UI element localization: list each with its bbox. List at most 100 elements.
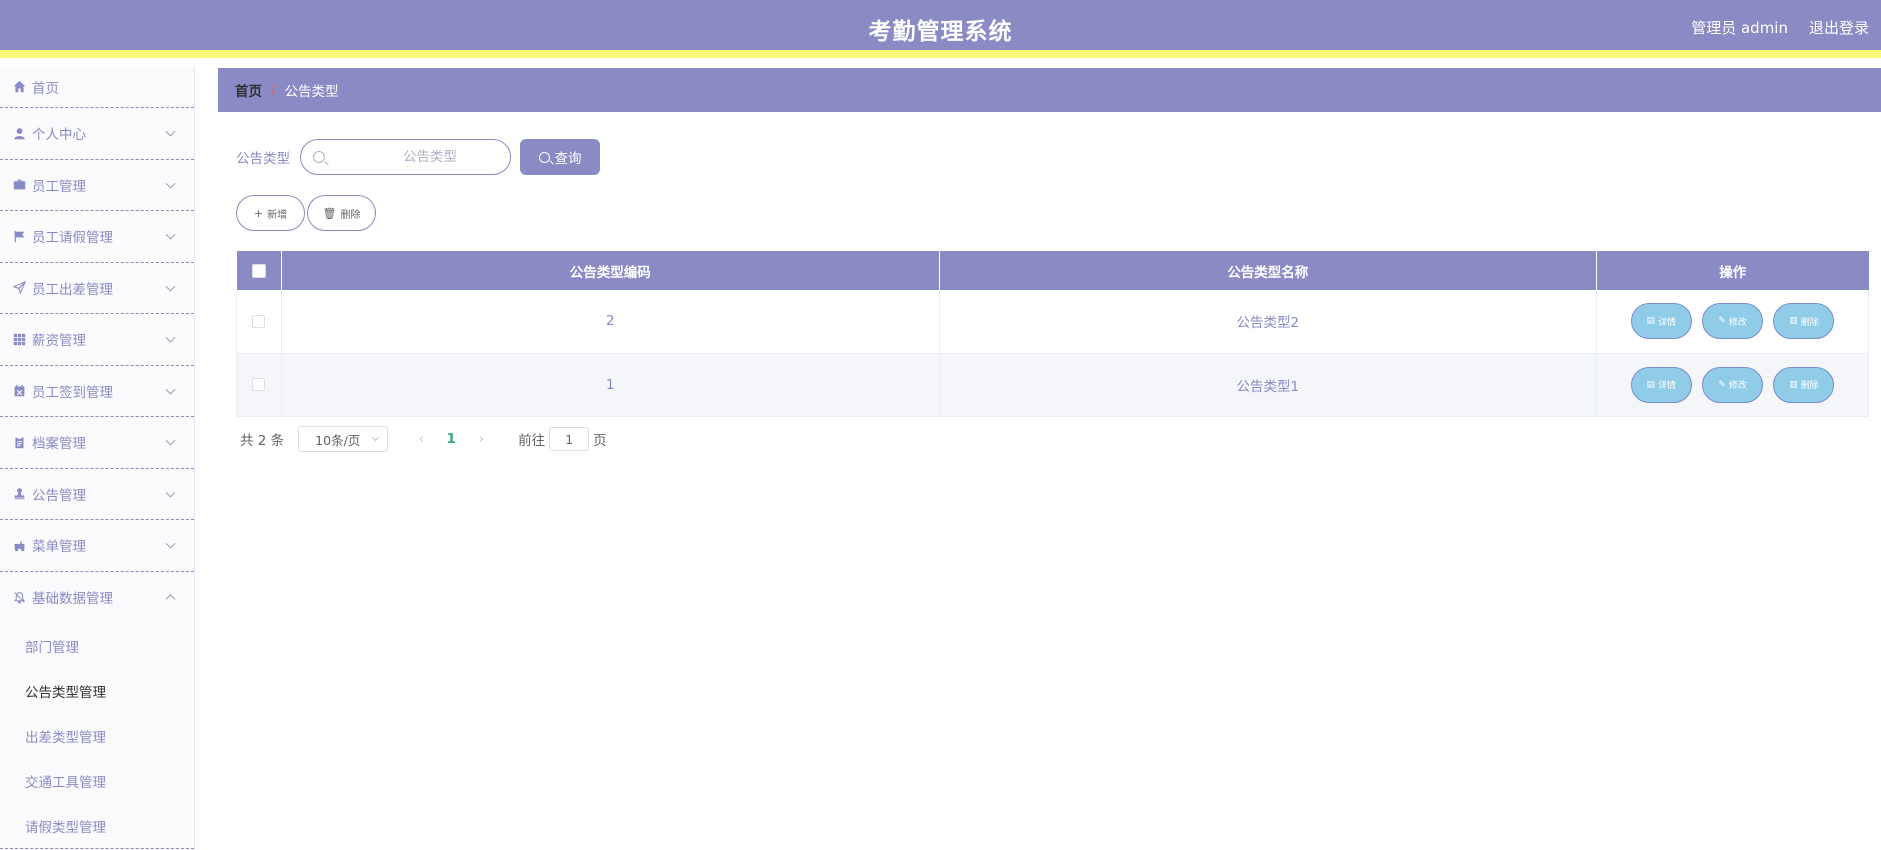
search-icon [313,151,325,163]
breadcrumb-home[interactable]: 首页 [235,80,262,100]
tractor-icon [12,538,26,552]
pagination: 共 2 条 10条/页 ‹ 1 › 前往 页 [240,426,607,452]
delete-button[interactable]: 🗑︎ 删除 [307,195,376,231]
logout-link[interactable]: 退出登录 [1809,17,1869,38]
table-row: 1 公告类型1 ▤ 详情 ✎ 修改 ▥ 删除 [236,353,1869,417]
query-button[interactable]: 查询 [520,139,600,175]
detail-label: 详情 [1658,317,1677,328]
chevron-down-icon [165,229,176,240]
add-button-label: 新增 [267,209,288,221]
sidebar-item-label: 员工请假管理 [32,230,113,247]
edit-icon: ✎ [1718,379,1726,390]
chevron-down-icon [165,332,176,343]
chevron-down-icon [165,178,176,189]
trash-icon: ▥ [1789,316,1798,327]
breadcrumb: 首页 / 公告类型 [218,68,1881,112]
page-size-select[interactable]: 10条/页 [298,426,389,452]
breadcrumb-separator: / [271,82,276,98]
cell-name: 公告类型1 [939,353,1598,417]
select-all-cell [236,251,282,290]
submenu-item-transport[interactable]: 交通工具管理 [0,758,194,803]
table-row: 2 公告类型2 ▤ 详情 ✎ 修改 ▥ 删除 [236,290,1869,354]
sidebar-item-menu[interactable]: 菜单管理 [0,520,194,572]
prev-page-button[interactable]: ‹ [406,431,436,447]
sidebar-item-label: 公告管理 [32,487,86,504]
chevron-down-icon [165,538,176,549]
edit-icon: ✎ [1718,316,1726,327]
sidebar-item-home[interactable]: 首页 [0,66,194,108]
edit-label: 修改 [1728,381,1747,391]
search-label: 公告类型 [236,151,290,167]
cell-code: 1 [281,353,940,417]
detail-button[interactable]: ▤ 详情 [1630,303,1692,340]
sidebar-item-profile[interactable]: 个人中心 [0,108,194,160]
sidebar-item-archive[interactable]: 档案管理 [0,417,194,469]
submenu-item-department[interactable]: 部门管理 [0,623,194,668]
page-unit-label: 页 [593,433,607,449]
chevron-down-icon [165,384,176,395]
search-input[interactable] [355,149,505,165]
submenu-item-leave-type[interactable]: 请假类型管理 [0,803,194,848]
grid-icon [12,332,26,346]
action-bar: + 新增 🗑︎ 删除 [236,195,378,231]
sidebar-item-label: 员工签到管理 [32,384,113,401]
send-icon [12,281,26,295]
page-size-value: 10条/页 [315,432,361,448]
sidebar-item-notice[interactable]: 公告管理 [0,469,194,520]
sidebar-item-label: 基础数据管理 [32,591,113,608]
cell-ops: ▤ 详情 ✎ 修改 ▥ 删除 [1596,353,1869,417]
row-delete-button[interactable]: ▥ 删除 [1773,303,1835,340]
column-header[interactable]: 公告类型名称 [939,251,1598,290]
chevron-down-icon [165,126,176,137]
page-number[interactable]: 1 [436,431,466,447]
cell-name: 公告类型2 [939,290,1598,354]
submenu-item-notice-type[interactable]: 公告类型管理 [0,668,194,713]
chevron-down-icon [165,281,176,292]
calendar-icon [12,384,26,398]
document-icon: ▤ [1646,379,1655,390]
submenu-basedata: 部门管理 公告类型管理 出差类型管理 交通工具管理 请假类型管理 [0,623,194,849]
flag-icon [12,229,26,243]
edit-button[interactable]: ✎ 修改 [1702,366,1764,403]
cell-ops: ▤ 详情 ✎ 修改 ▥ 删除 [1596,290,1869,354]
search-field [300,139,511,175]
select-all-checkbox[interactable] [251,263,266,278]
sidebar-item-salary[interactable]: 薪资管理 [0,314,194,366]
delete-label: 删除 [1800,381,1819,391]
search-icon [538,151,550,163]
page-jump-input[interactable] [549,427,590,451]
briefcase-icon [12,178,26,192]
detail-button[interactable]: ▤ 详情 [1630,366,1692,403]
sidebar-item-basedata[interactable]: 基础数据管理 [0,572,194,624]
document-icon: ▤ [1646,316,1655,327]
cell-code: 2 [281,290,940,354]
sidebar-item-checkin[interactable]: 员工签到管理 [0,366,194,417]
sidebar-item-leave[interactable]: 员工请假管理 [0,211,194,263]
app-title: 考勤管理系统 [868,19,1013,45]
next-page-button[interactable]: › [466,431,496,447]
trash-icon: 🗑︎ [322,206,337,220]
column-header[interactable]: 公告类型编码 [281,251,940,290]
goto-label: 前往 [518,433,546,449]
sidebar-item-label: 薪资管理 [32,333,86,350]
add-button[interactable]: + 新增 [236,195,305,231]
trash-icon: ▥ [1789,379,1798,390]
edit-button[interactable]: ✎ 修改 [1702,303,1764,340]
chevron-down-icon [165,487,176,498]
submenu-item-trip-type[interactable]: 出差类型管理 [0,713,194,758]
breadcrumb-current: 公告类型 [284,84,339,100]
sidebar-item-employees[interactable]: 员工管理 [0,160,194,211]
delete-label: 删除 [1800,317,1819,328]
top-header: 考勤管理系统 管理员 admin 退出登录 [0,0,1881,58]
current-user: 管理员 admin [1691,19,1788,37]
row-checkbox[interactable] [252,314,266,328]
plus-icon: + [253,206,264,220]
delete-button-label: 删除 [340,209,361,221]
clipboard-icon [12,435,26,449]
stamp-icon [12,487,26,501]
user-icon [12,126,26,140]
query-button-label: 查询 [554,151,582,167]
row-delete-button[interactable]: ▥ 删除 [1773,366,1835,403]
sidebar-item-trip[interactable]: 员工出差管理 [0,263,194,314]
row-checkbox[interactable] [252,378,266,391]
